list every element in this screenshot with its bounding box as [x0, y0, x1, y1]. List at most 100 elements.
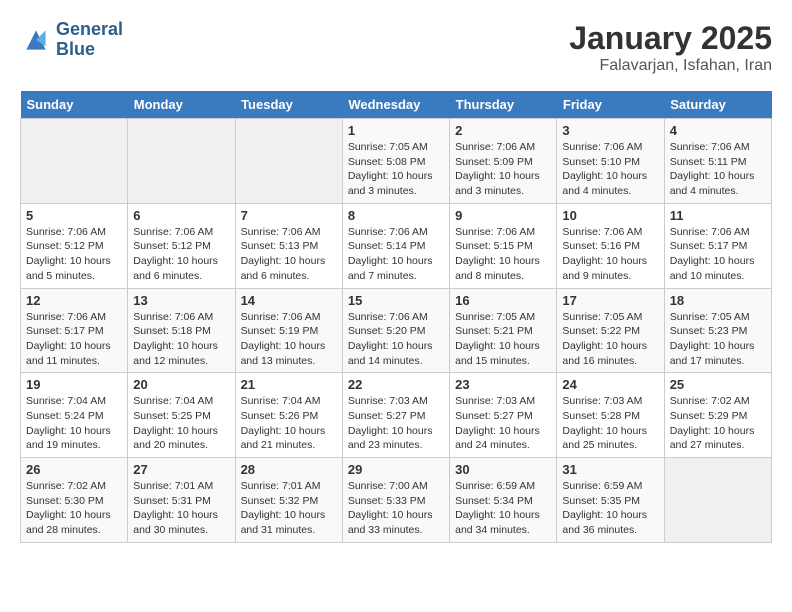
day-info: Sunrise: 7:03 AMSunset: 5:27 PMDaylight:…: [455, 394, 551, 453]
calendar-cell: 25 Sunrise: 7:02 AMSunset: 5:29 PMDayligh…: [664, 373, 771, 458]
day-number: 2: [455, 123, 551, 138]
day-info: Sunrise: 7:06 AMSunset: 5:11 PMDaylight:…: [670, 140, 766, 199]
day-info: Sunrise: 7:06 AMSunset: 5:20 PMDaylight:…: [348, 310, 444, 369]
day-info: Sunrise: 7:05 AMSunset: 5:08 PMDaylight:…: [348, 140, 444, 199]
calendar-cell: 5Sunrise: 7:06 AMSunset: 5:12 PMDaylight…: [21, 203, 128, 288]
day-number: 22: [348, 377, 444, 392]
day-info: Sunrise: 7:01 AMSunset: 5:31 PMDaylight:…: [133, 479, 229, 538]
weekday-header-friday: Friday: [557, 91, 664, 119]
day-info: Sunrise: 7:01 AMSunset: 5:32 PMDaylight:…: [241, 479, 337, 538]
day-info: Sunrise: 7:05 AMSunset: 5:21 PMDaylight:…: [455, 310, 551, 369]
calendar-cell: [21, 119, 128, 204]
weekday-header-saturday: Saturday: [664, 91, 771, 119]
day-info: Sunrise: 7:03 AMSunset: 5:28 PMDaylight:…: [562, 394, 658, 453]
calendar-cell: 20 Sunrise: 7:04 AMSunset: 5:25 PMDayligh…: [128, 373, 235, 458]
day-info: Sunrise: 7:06 AMSunset: 5:13 PMDaylight:…: [241, 225, 337, 284]
day-number: 25: [670, 377, 766, 392]
calendar-cell: 28Sunrise: 7:01 AMSunset: 5:32 PMDayligh…: [235, 458, 342, 543]
calendar-cell: 21Sunrise: 7:04 AMSunset: 5:26 PMDayligh…: [235, 373, 342, 458]
day-number: 3: [562, 123, 658, 138]
day-number: 5: [26, 208, 122, 223]
calendar-cell: 1 Sunrise: 7:05 AMSunset: 5:08 PMDaylight…: [342, 119, 449, 204]
day-info: Sunrise: 7:04 AMSunset: 5:24 PMDaylight:…: [26, 394, 122, 453]
calendar-cell: 26 Sunrise: 7:02 AMSunset: 5:30 PMDayligh…: [21, 458, 128, 543]
calendar-cell: 3 Sunrise: 7:06 AMSunset: 5:10 PMDaylight…: [557, 119, 664, 204]
calendar-cell: 31 Sunrise: 6:59 AMSunset: 5:35 PMDayligh…: [557, 458, 664, 543]
day-number: 4: [670, 123, 766, 138]
day-info: Sunrise: 7:05 AMSunset: 5:22 PMDaylight:…: [562, 310, 658, 369]
weekday-header-monday: Monday: [128, 91, 235, 119]
day-number: 16: [455, 293, 551, 308]
calendar-week-2: 5 Sunrise: 7:06 AMSunset: 5:12 PMDaylight…: [21, 203, 772, 288]
day-info: Sunrise: 7:02 AMSunset: 5:30 PMDaylight:…: [26, 479, 122, 538]
page-header: General Blue January 2025 Falavarjan, Is…: [20, 20, 772, 75]
calendar-cell: [664, 458, 771, 543]
day-number: 15: [348, 293, 444, 308]
weekday-header-tuesday: Tuesday: [235, 91, 342, 119]
day-info: Sunrise: 7:06 AMSunset: 5:17 PMDaylight:…: [670, 225, 766, 284]
calendar-cell: 8Sunrise: 7:06 AMSunset: 5:14 PMDaylight…: [342, 203, 449, 288]
calendar-cell: 12 Sunrise: 7:06 AMSunset: 5:17 PMDayligh…: [21, 288, 128, 373]
day-info: Sunrise: 7:06 AMSunset: 5:19 PMDaylight:…: [241, 310, 337, 369]
calendar-cell: 2Sunrise: 7:06 AMSunset: 5:09 PMDaylight…: [450, 119, 557, 204]
calendar-table: SundayMondayTuesdayWednesdayThursdayFrid…: [20, 91, 772, 543]
logo-text: General Blue: [56, 20, 123, 60]
day-number: 1: [348, 123, 444, 138]
calendar-cell: 9 Sunrise: 7:06 AMSunset: 5:15 PMDaylight…: [450, 203, 557, 288]
day-number: 31: [562, 462, 658, 477]
calendar-cell: 19Sunrise: 7:04 AMSunset: 5:24 PMDayligh…: [21, 373, 128, 458]
location: Falavarjan, Isfahan, Iran: [569, 57, 772, 75]
month-title: January 2025: [569, 20, 772, 57]
day-number: 12: [26, 293, 122, 308]
day-info: Sunrise: 7:06 AMSunset: 5:14 PMDaylight:…: [348, 225, 444, 284]
title-block: January 2025 Falavarjan, Isfahan, Iran: [569, 20, 772, 75]
day-info: Sunrise: 7:06 AMSunset: 5:10 PMDaylight:…: [562, 140, 658, 199]
day-info: Sunrise: 7:06 AMSunset: 5:17 PMDaylight:…: [26, 310, 122, 369]
calendar-cell: 15 Sunrise: 7:06 AMSunset: 5:20 PMDayligh…: [342, 288, 449, 373]
day-info: Sunrise: 7:02 AMSunset: 5:29 PMDaylight:…: [670, 394, 766, 453]
calendar-cell: [128, 119, 235, 204]
day-info: Sunrise: 7:06 AMSunset: 5:18 PMDaylight:…: [133, 310, 229, 369]
logo-icon: [20, 24, 52, 56]
calendar-cell: 16 Sunrise: 7:05 AMSunset: 5:21 PMDayligh…: [450, 288, 557, 373]
calendar-cell: 24Sunrise: 7:03 AMSunset: 5:28 PMDayligh…: [557, 373, 664, 458]
day-number: 13: [133, 293, 229, 308]
day-number: 18: [670, 293, 766, 308]
calendar-week-3: 12 Sunrise: 7:06 AMSunset: 5:17 PMDayligh…: [21, 288, 772, 373]
calendar-cell: 18 Sunrise: 7:05 AMSunset: 5:23 PMDayligh…: [664, 288, 771, 373]
day-info: Sunrise: 6:59 AMSunset: 5:34 PMDaylight:…: [455, 479, 551, 538]
day-number: 7: [241, 208, 337, 223]
logo: General Blue: [20, 20, 123, 60]
day-info: Sunrise: 7:06 AMSunset: 5:15 PMDaylight:…: [455, 225, 551, 284]
calendar-cell: 13 Sunrise: 7:06 AMSunset: 5:18 PMDayligh…: [128, 288, 235, 373]
day-info: Sunrise: 7:06 AMSunset: 5:16 PMDaylight:…: [562, 225, 658, 284]
calendar-cell: 29 Sunrise: 7:00 AMSunset: 5:33 PMDayligh…: [342, 458, 449, 543]
day-info: Sunrise: 6:59 AMSunset: 5:35 PMDaylight:…: [562, 479, 658, 538]
calendar-cell: 17 Sunrise: 7:05 AMSunset: 5:22 PMDayligh…: [557, 288, 664, 373]
calendar-cell: 23Sunrise: 7:03 AMSunset: 5:27 PMDayligh…: [450, 373, 557, 458]
day-info: Sunrise: 7:00 AMSunset: 5:33 PMDaylight:…: [348, 479, 444, 538]
day-info: Sunrise: 7:06 AMSunset: 5:12 PMDaylight:…: [133, 225, 229, 284]
day-info: Sunrise: 7:05 AMSunset: 5:23 PMDaylight:…: [670, 310, 766, 369]
day-number: 10: [562, 208, 658, 223]
calendar-week-1: 1 Sunrise: 7:05 AMSunset: 5:08 PMDaylight…: [21, 119, 772, 204]
calendar-cell: 6 Sunrise: 7:06 AMSunset: 5:12 PMDaylight…: [128, 203, 235, 288]
day-number: 9: [455, 208, 551, 223]
calendar-cell: 7 Sunrise: 7:06 AMSunset: 5:13 PMDaylight…: [235, 203, 342, 288]
day-number: 17: [562, 293, 658, 308]
calendar-week-5: 26 Sunrise: 7:02 AMSunset: 5:30 PMDayligh…: [21, 458, 772, 543]
calendar-week-4: 19Sunrise: 7:04 AMSunset: 5:24 PMDayligh…: [21, 373, 772, 458]
day-number: 29: [348, 462, 444, 477]
calendar-cell: [235, 119, 342, 204]
day-number: 30: [455, 462, 551, 477]
day-number: 26: [26, 462, 122, 477]
calendar-cell: 4 Sunrise: 7:06 AMSunset: 5:11 PMDaylight…: [664, 119, 771, 204]
weekday-header-thursday: Thursday: [450, 91, 557, 119]
calendar-cell: 14Sunrise: 7:06 AMSunset: 5:19 PMDayligh…: [235, 288, 342, 373]
day-number: 6: [133, 208, 229, 223]
day-info: Sunrise: 7:04 AMSunset: 5:25 PMDaylight:…: [133, 394, 229, 453]
calendar-cell: 30 Sunrise: 6:59 AMSunset: 5:34 PMDayligh…: [450, 458, 557, 543]
day-number: 27: [133, 462, 229, 477]
day-number: 20: [133, 377, 229, 392]
calendar-cell: 11Sunrise: 7:06 AMSunset: 5:17 PMDayligh…: [664, 203, 771, 288]
